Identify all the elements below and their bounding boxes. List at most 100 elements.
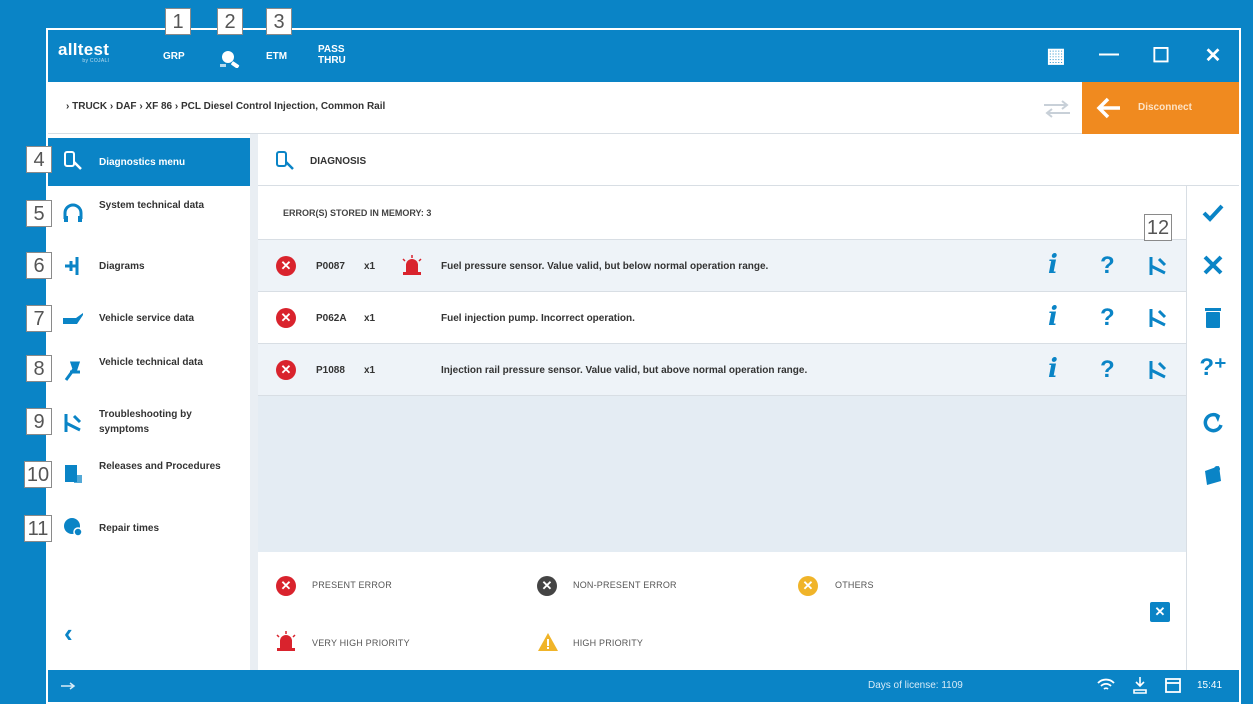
error-description: Fuel injection pump. Incorrect operation…: [441, 313, 635, 324]
info-icon[interactable]: i: [1048, 354, 1058, 384]
high-priority-legend-icon: [538, 633, 558, 651]
error-count: x1: [364, 261, 376, 272]
very-high-priority-legend-icon: [276, 631, 296, 651]
help-plus-icon[interactable]: ?⁺: [1199, 354, 1227, 382]
legend-panel: [258, 552, 1186, 670]
diagnosis-icon: [276, 151, 294, 170]
breadcrumb: › TRUCK › DAF › XF 86 › PCL Diesel Contr…: [66, 101, 386, 112]
close-icon[interactable]: [1199, 251, 1227, 279]
present-error-icon: ✕: [276, 308, 296, 328]
etm-button[interactable]: ETM: [266, 51, 287, 62]
callout-3: 3: [266, 8, 292, 35]
error-row[interactable]: ✕ P1088 x1 Injection rail pressure senso…: [258, 344, 1186, 396]
legend-very-high-priority: VERY HIGH PRIORITY: [312, 638, 410, 648]
wifi-icon: [1097, 678, 1115, 690]
troubleshoot-icon[interactable]: [1146, 306, 1170, 330]
clock-gear-icon: [64, 518, 83, 537]
minimize-button[interactable]: —: [1094, 43, 1124, 66]
usb-icon: [61, 682, 76, 690]
connection-icon: [1044, 100, 1070, 118]
status-bar: [48, 670, 1240, 702]
document-icon: [65, 465, 82, 483]
maximize-button[interactable]: ☐: [1146, 43, 1176, 68]
error-code: P062A: [316, 313, 347, 324]
help-icon[interactable]: ?: [1100, 252, 1115, 280]
callout-5: 5: [26, 200, 52, 227]
passthru-label-1: PASS: [318, 44, 345, 55]
others-legend-icon: ✕: [798, 576, 818, 596]
error-row[interactable]: ✕ P0087 x1 Fuel pressure sensor. Value v…: [258, 240, 1186, 292]
car-search-icon: [220, 51, 240, 69]
error-code: P1088: [316, 365, 345, 376]
sidebar-item-label: Diagrams: [99, 261, 145, 272]
sidebar-item-label: Repair times: [99, 523, 160, 534]
help-icon[interactable]: ?: [1100, 356, 1115, 384]
sidebar-item-label: Vehicle service data: [99, 313, 195, 324]
very-high-priority-icon: [402, 255, 422, 275]
apps-grid-button[interactable]: ▦: [1041, 43, 1071, 68]
sidebar-separator: [250, 134, 258, 670]
error-row[interactable]: ✕ P062A x1 Fuel injection pump. Incorrec…: [258, 292, 1186, 344]
sidebar-item-label: System technical data: [99, 200, 205, 211]
sidebar-item-label: Diagnostics menu: [99, 157, 186, 168]
headset-icon: [63, 203, 83, 222]
logo-subtext: by COJALI: [82, 58, 110, 64]
callout-7: 7: [26, 305, 52, 332]
callout-6: 6: [26, 252, 52, 279]
callout-12: 12: [1144, 214, 1172, 241]
battery-download-icon: [1133, 677, 1147, 694]
diagnosis-header: [258, 134, 1240, 186]
callout-2: 2: [217, 8, 243, 35]
info-icon[interactable]: i: [1048, 250, 1058, 280]
troubleshoot-icon[interactable]: [1146, 358, 1170, 382]
diagnostics-icon: [64, 151, 82, 170]
troubleshoot-icon[interactable]: [1146, 254, 1170, 278]
wrench-icon: [64, 361, 81, 381]
present-error-icon: ✕: [276, 256, 296, 276]
diagram-icon: [65, 257, 79, 275]
calendar-icon: [1165, 678, 1181, 693]
info-icon[interactable]: i: [1048, 302, 1058, 332]
error-description: Injection rail pressure sensor. Value va…: [441, 365, 808, 376]
callout-4: 4: [26, 146, 52, 173]
sidebar-item-label: Releases and Procedures: [99, 461, 221, 472]
arrow-left-icon: [1096, 97, 1120, 119]
legend-non-present-error: NON-PRESENT ERROR: [573, 580, 677, 590]
help-icon[interactable]: ?: [1100, 304, 1115, 332]
passthru-label-2: THRU: [318, 55, 346, 66]
legend-others: OTHERS: [835, 580, 874, 590]
callout-11: 11: [24, 515, 52, 542]
callout-10: 10: [24, 461, 52, 488]
sidebar-item-label: Troubleshooting by symptoms: [99, 409, 192, 435]
present-error-legend-icon: ✕: [276, 576, 296, 596]
grp-button[interactable]: GRP: [163, 51, 185, 62]
tools-icon: [64, 414, 82, 432]
close-legend-button[interactable]: ✕: [1150, 602, 1170, 622]
clock-time: 15:41: [1197, 680, 1223, 691]
close-window-button[interactable]: ✕: [1198, 43, 1228, 68]
disconnect-button[interactable]: Disconnect: [1082, 82, 1240, 134]
error-count-label: ERROR(S) STORED IN MEMORY: 3: [283, 208, 432, 218]
error-code: P0087: [316, 261, 345, 272]
search-car-button[interactable]: [217, 46, 243, 69]
trash-icon[interactable]: [1199, 304, 1227, 332]
present-error-icon: ✕: [276, 360, 296, 380]
legend-present-error: PRESENT ERROR: [312, 580, 392, 590]
callout-8: 8: [26, 355, 52, 382]
alltest-logo: alltest by COJALI: [58, 40, 109, 64]
callout-1: 1: [165, 8, 191, 35]
error-count: x1: [364, 365, 376, 376]
refresh-icon[interactable]: [1199, 409, 1227, 437]
sidebar-item-label: Vehicle technical data: [99, 357, 203, 368]
disconnect-label: Disconnect: [1138, 102, 1192, 113]
connection-toggle[interactable]: [1040, 96, 1074, 122]
check-icon[interactable]: [1199, 199, 1227, 227]
error-description: Fuel pressure sensor. Value valid, but b…: [441, 261, 769, 272]
passthru-button[interactable]: PASS THRU: [318, 44, 346, 66]
oilcan-icon: [63, 313, 83, 324]
legend-high-priority: HIGH PRIORITY: [573, 638, 644, 648]
collapse-sidebar-button[interactable]: ‹: [64, 618, 73, 649]
error-count: x1: [364, 313, 376, 324]
page-title: DIAGNOSIS: [310, 156, 367, 167]
report-icon[interactable]: [1199, 461, 1227, 489]
